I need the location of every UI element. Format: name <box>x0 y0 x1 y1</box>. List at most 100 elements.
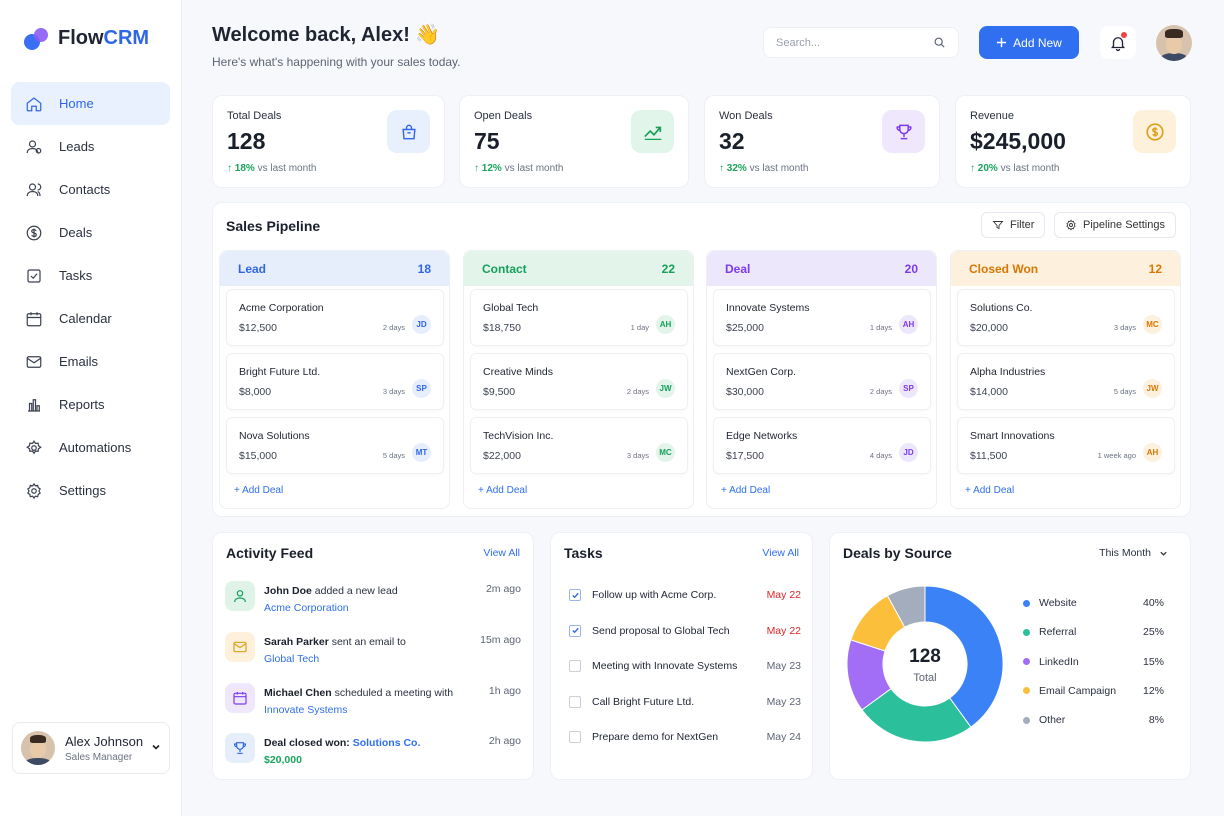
stat-card-total-deals: Total Deals 128 ↑ 18% vs last month <box>212 95 445 188</box>
deal-card[interactable]: Alpha Industries $14,000 5 days JW <box>957 353 1175 410</box>
tasks-title: Tasks <box>564 545 603 561</box>
task-checkbox[interactable] <box>569 731 581 743</box>
profile-avatar[interactable] <box>1156 25 1192 61</box>
sidebar-item-automations[interactable]: Automations <box>11 426 170 469</box>
sidebar-item-tasks[interactable]: Tasks <box>11 254 170 297</box>
legend-swatch <box>1023 599 1030 607</box>
sidebar-item-label: Emails <box>59 354 99 369</box>
stat-change: ↑ 12% vs last month <box>474 163 564 174</box>
sidebar-item-reports[interactable]: Reports <box>11 383 170 426</box>
sidebar-item-calendar[interactable]: Calendar <box>11 297 170 340</box>
mail-icon <box>26 355 42 368</box>
sidebar-item-contacts[interactable]: Contacts <box>11 168 170 211</box>
activity-link[interactable]: Innovate Systems <box>264 704 347 716</box>
task-checkbox[interactable] <box>569 695 581 708</box>
sidebar-item-label: Automations <box>59 440 132 455</box>
deal-name: Nova Solutions <box>239 430 310 442</box>
column-count: 12 <box>1148 261 1162 276</box>
leads-icon <box>26 139 42 154</box>
legend-value: 8% <box>1148 714 1164 727</box>
page-title: Welcome back, Alex! 👋 <box>212 24 441 46</box>
deal-card[interactable]: Acme Corporation $12,500 2 days JD <box>226 289 444 346</box>
deal-card[interactable]: Solutions Co. $20,000 3 days MC <box>957 289 1175 346</box>
pipeline-column: Closed Won 12 Solutions Co. $20,000 3 days MC… <box>950 250 1181 509</box>
trend-icon <box>631 110 674 153</box>
chevron-down-icon <box>151 741 161 755</box>
bar-chart-icon <box>28 398 40 412</box>
deal-age: 1 week ago <box>1097 451 1136 460</box>
deal-amount: $30,000 <box>726 386 764 398</box>
filter-button[interactable]: Filter <box>981 212 1046 238</box>
deal-card[interactable]: Bright Future Ltd. $8,000 3 days SP <box>226 353 444 410</box>
owner-avatar: MT <box>412 443 431 462</box>
stat-change: ↑ 20% vs last month <box>970 163 1060 174</box>
deal-age: 5 days <box>382 451 405 460</box>
search-input[interactable] <box>776 36 916 49</box>
activity-link[interactable]: Global Tech <box>264 653 319 665</box>
deal-card[interactable]: Nova Solutions $15,000 5 days MT <box>226 417 444 474</box>
stat-change: ↑ 32% vs last month <box>719 163 809 174</box>
add-new-button[interactable]: Add New <box>979 26 1079 59</box>
pipeline-settings-button[interactable]: Pipeline Settings <box>1054 212 1176 238</box>
add-deal-button[interactable]: + Add Deal <box>478 485 527 496</box>
sidebar-item-emails[interactable]: Emails <box>11 340 170 383</box>
activity-feed-card: Activity Feed View All John Doe added a … <box>212 532 534 780</box>
deal-card[interactable]: Creative Minds $9,500 2 days JW <box>470 353 688 410</box>
activity-link[interactable]: Solutions Co. <box>353 737 421 749</box>
deal-name: Innovate Systems <box>726 302 810 314</box>
search-icon[interactable] <box>933 36 946 49</box>
plus-icon: + <box>965 485 971 496</box>
legend-item: Email Campaign 12% <box>1023 685 1164 697</box>
avatar <box>21 731 55 765</box>
add-deal-button[interactable]: + Add Deal <box>234 485 283 496</box>
sidebar-item-label: Tasks <box>59 268 93 283</box>
sidebar-item-leads[interactable]: Leads <box>11 125 170 168</box>
column-name: Lead <box>238 261 267 276</box>
sidebar-item-label: Home <box>59 96 94 111</box>
plus-icon: + <box>234 485 240 496</box>
column-count: 18 <box>417 261 431 276</box>
user-menu[interactable]: Alex Johnson Sales Manager <box>12 722 170 774</box>
task-checkbox[interactable] <box>569 660 581 672</box>
user-role: Sales Manager <box>65 751 133 763</box>
owner-avatar: JD <box>412 315 431 334</box>
sidebar-item-label: Calendar <box>59 311 112 326</box>
owner-avatar: JD <box>899 443 918 462</box>
task-checkbox[interactable] <box>569 589 581 601</box>
deal-card[interactable]: Edge Networks $17,500 4 days JD <box>713 417 931 474</box>
deal-age: 3 days <box>382 387 405 396</box>
activity-view-all-link[interactable]: View All <box>483 547 520 559</box>
tasks-view-all-link[interactable]: View All <box>762 547 799 559</box>
deal-card[interactable]: NextGen Corp. $30,000 2 days SP <box>713 353 931 410</box>
sidebar-item-label: Leads <box>59 139 95 154</box>
deal-name: Creative Minds <box>483 366 554 378</box>
deal-card[interactable]: TechVision Inc. $22,000 3 days MC <box>470 417 688 474</box>
activity-link[interactable]: Acme Corporation <box>264 602 349 614</box>
legend-item: LinkedIn 15% <box>1023 656 1164 668</box>
donut-center-label: Total <box>913 672 937 684</box>
deal-card[interactable]: Innovate Systems $25,000 1 days AH <box>713 289 931 346</box>
add-deal-button[interactable]: + Add Deal <box>721 485 770 496</box>
period-select[interactable]: This Month <box>1099 547 1168 559</box>
logo[interactable]: FlowCRM <box>24 26 149 50</box>
legend-value: 12% <box>1142 684 1164 697</box>
sidebar-item-home[interactable]: Home <box>11 82 170 125</box>
deal-name: Edge Networks <box>726 430 798 442</box>
deal-amount: $12,500 <box>239 322 277 334</box>
search-box[interactable] <box>763 27 959 58</box>
sidebar-item-deals[interactable]: Deals <box>11 211 170 254</box>
deal-card[interactable]: Global Tech $18,750 1 day AH <box>470 289 688 346</box>
deal-card[interactable]: Smart Innovations $11,500 1 week ago AH <box>957 417 1175 474</box>
notifications-button[interactable] <box>1100 26 1136 59</box>
deal-amount: $9,500 <box>483 386 516 398</box>
deal-age: 2 days <box>626 387 649 396</box>
legend-value: 15% <box>1142 655 1164 668</box>
sidebar-item-settings[interactable]: Settings <box>11 469 170 512</box>
task-checkbox[interactable] <box>569 624 581 637</box>
dollar-icon <box>1133 110 1176 153</box>
pipeline-column: Contact 22 Global Tech $18,750 1 day AH Creati… <box>463 250 694 509</box>
legend-swatch <box>1023 658 1030 666</box>
add-deal-button[interactable]: + Add Deal <box>965 485 1014 496</box>
deal-age: 2 days <box>382 323 405 332</box>
trophy-icon <box>225 733 255 763</box>
